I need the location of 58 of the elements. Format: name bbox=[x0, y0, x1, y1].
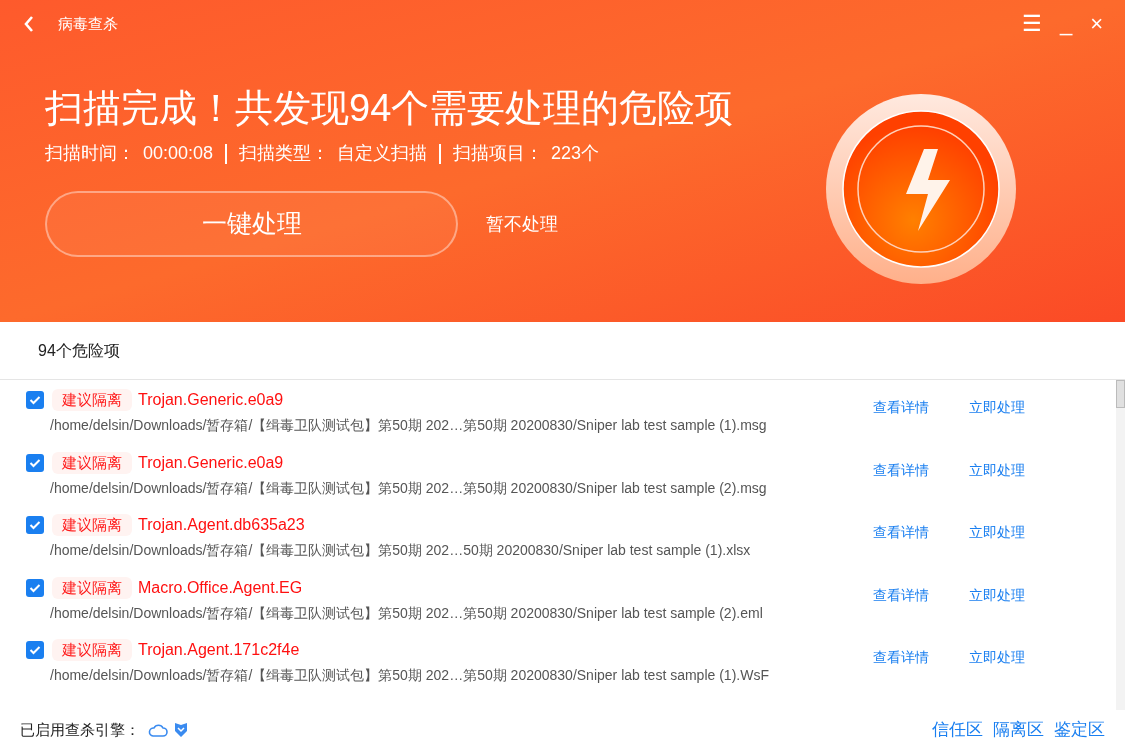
scan-headline: 扫描完成！共发现94个需要处理的危险项 bbox=[45, 86, 735, 131]
stat-value: 00:00:08 bbox=[143, 142, 214, 165]
checkmark-icon bbox=[29, 395, 41, 405]
footer-link[interactable]: 信任区 bbox=[932, 717, 983, 743]
minimize-button[interactable]: _ bbox=[1059, 13, 1073, 35]
file-path: /home/delsin/Downloads/暂存箱/【缉毒卫队测试包】第50期 202…第50期 20200830/Sniper lab test sample (1).WsF bbox=[50, 666, 769, 685]
checkmark-icon bbox=[29, 582, 41, 593]
checkmark-icon bbox=[29, 645, 41, 655]
shield-icon bbox=[174, 722, 188, 738]
threat-name: Trojan.Generic.e0a9 bbox=[138, 390, 284, 410]
footer-link[interactable]: 鉴定区 bbox=[1054, 717, 1105, 743]
file-path: /home/delsin/Downloads/暂存箱/【缉毒卫队测试包】第50期 202…50期 20200830/Sniper lab test sample (1).xlsx bbox=[50, 541, 751, 560]
one-click-button[interactable]: 一键处理 bbox=[45, 191, 458, 257]
action-link[interactable]: 查看详情 bbox=[873, 397, 929, 418]
checkmark-icon bbox=[29, 520, 41, 530]
close-button[interactable]: × bbox=[1090, 13, 1103, 35]
action-link[interactable]: 查看详情 bbox=[873, 584, 929, 606]
checkbox[interactable] bbox=[26, 641, 44, 659]
stat-value: 自定义扫描 bbox=[337, 142, 428, 165]
action-link[interactable]: 查看详情 bbox=[873, 522, 929, 543]
checkbox[interactable] bbox=[26, 578, 44, 597]
action-link[interactable]: 立即处理 bbox=[969, 397, 1025, 418]
threat-name: Macro.Office.Agent.EG bbox=[138, 577, 303, 598]
back-icon[interactable] bbox=[22, 15, 36, 33]
action-link[interactable]: 立即处理 bbox=[969, 522, 1025, 543]
file-path: /home/delsin/Downloads/暂存箱/【缉毒卫队测试包】第50期 202…第50期 20200830/Sniper lab test sample (2).msg bbox=[50, 478, 767, 498]
window-title: 病毒查杀 bbox=[58, 13, 118, 34]
stat-value: 223个 bbox=[551, 142, 600, 165]
threat-name: Trojan.Generic.e0a9 bbox=[138, 452, 284, 473]
scrollbar[interactable] bbox=[1116, 380, 1125, 710]
stat-label: 扫描类型： bbox=[239, 142, 330, 165]
threat-name: Trojan.Agent.171c2f4e bbox=[138, 640, 300, 660]
quarantine-tag: 建议隔离 bbox=[52, 451, 132, 474]
lightning-badge-icon bbox=[826, 94, 1016, 284]
action-link[interactable]: 查看详情 bbox=[873, 459, 929, 481]
threat-name: Trojan.Agent.db635a23 bbox=[138, 515, 305, 535]
action-link[interactable]: 立即处理 bbox=[969, 459, 1025, 481]
stat-label: 扫描时间： bbox=[45, 142, 135, 165]
list-heading: 94个危险项 bbox=[0, 322, 1125, 380]
action-link[interactable]: 立即处理 bbox=[969, 647, 1025, 668]
engines-label: 已启用查杀引擎： bbox=[20, 719, 140, 740]
action-link[interactable]: 查看详情 bbox=[873, 647, 929, 668]
quarantine-tag: 建议隔离 bbox=[52, 639, 132, 661]
checkbox[interactable] bbox=[26, 516, 44, 534]
stat-label: 扫描项目： bbox=[453, 142, 544, 165]
checkbox[interactable] bbox=[26, 391, 44, 409]
menu-button[interactable]: ☰ bbox=[1021, 13, 1042, 35]
skip-button[interactable]: 暂不处理 bbox=[486, 210, 558, 238]
action-link[interactable]: 立即处理 bbox=[969, 584, 1025, 606]
checkbox[interactable] bbox=[26, 453, 44, 472]
checkmark-icon bbox=[29, 457, 41, 468]
quarantine-tag: 建议隔离 bbox=[52, 514, 132, 536]
file-path: /home/delsin/Downloads/暂存箱/【缉毒卫队测试包】第50期 202…第50期 20200830/Sniper lab test sample (1).msg bbox=[50, 416, 767, 435]
file-path: /home/delsin/Downloads/暂存箱/【缉毒卫队测试包】第50期 202…第50期 20200830/Sniper lab test sample (2).eml bbox=[50, 603, 763, 623]
cloud-icon bbox=[148, 723, 168, 737]
quarantine-tag: 建议隔离 bbox=[52, 576, 132, 599]
footer-link[interactable]: 隔离区 bbox=[993, 717, 1044, 743]
quarantine-tag: 建议隔离 bbox=[52, 389, 132, 411]
